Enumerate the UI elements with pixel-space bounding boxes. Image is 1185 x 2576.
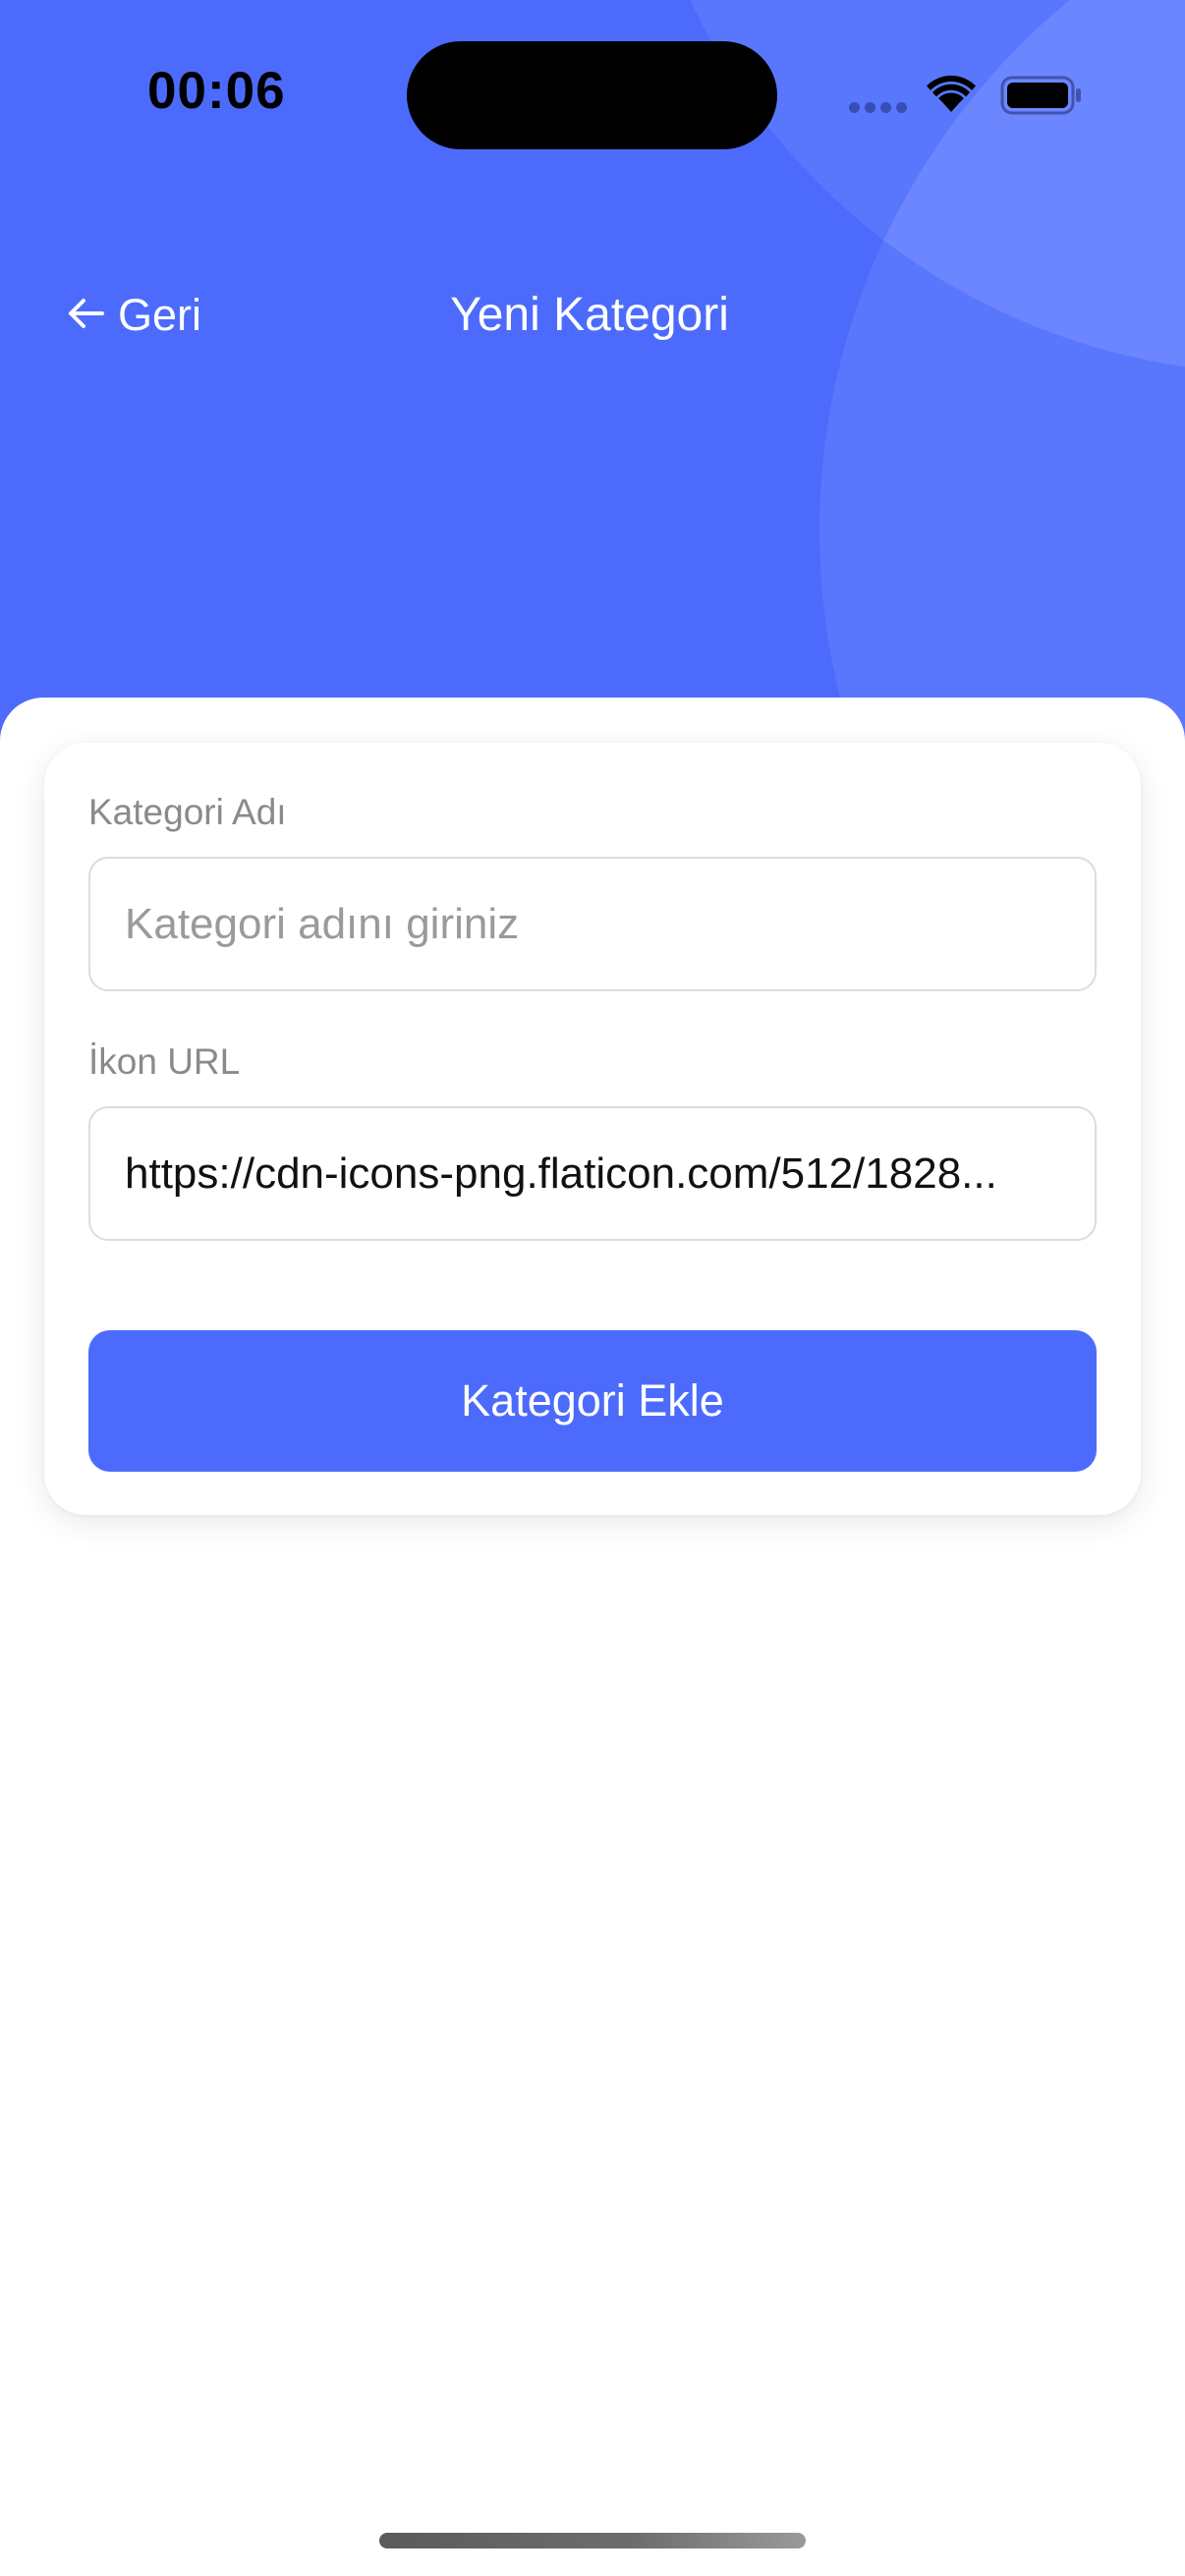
back-button-label: Geri [118,290,202,340]
category-name-label: Kategori Adı [88,792,287,832]
arrow-left-icon [67,297,104,335]
decorative-circle-overlap-fill [819,0,1185,373]
category-form-card: Kategori Adı Kategori adını giriniz İkon… [44,743,1141,1515]
icon-url-value: https://cdn-icons-png.flaticon.com/512/1… [125,1148,997,1198]
dynamic-island [407,41,777,149]
screen: 00:06 Geri Yeni Kategori Kategori Adı Ka… [0,0,1185,2576]
category-name-input[interactable]: Kategori adını giriniz [88,857,1097,991]
back-button[interactable]: Geri [67,281,201,350]
add-category-button[interactable]: Kategori Ekle [88,1330,1097,1472]
battery-icon [1000,75,1083,116]
wifi-icon [926,75,977,114]
icon-url-label: İkon URL [88,1041,241,1082]
icon-url-input[interactable]: https://cdn-icons-png.flaticon.com/512/1… [88,1106,1097,1241]
cellular-signal-icon [849,102,908,116]
home-indicator[interactable] [379,2533,806,2548]
page-title: Yeni Kategori [450,289,729,341]
status-bar-time: 00:06 [147,62,286,120]
category-name-placeholder: Kategori adını giriniz [125,899,520,948]
